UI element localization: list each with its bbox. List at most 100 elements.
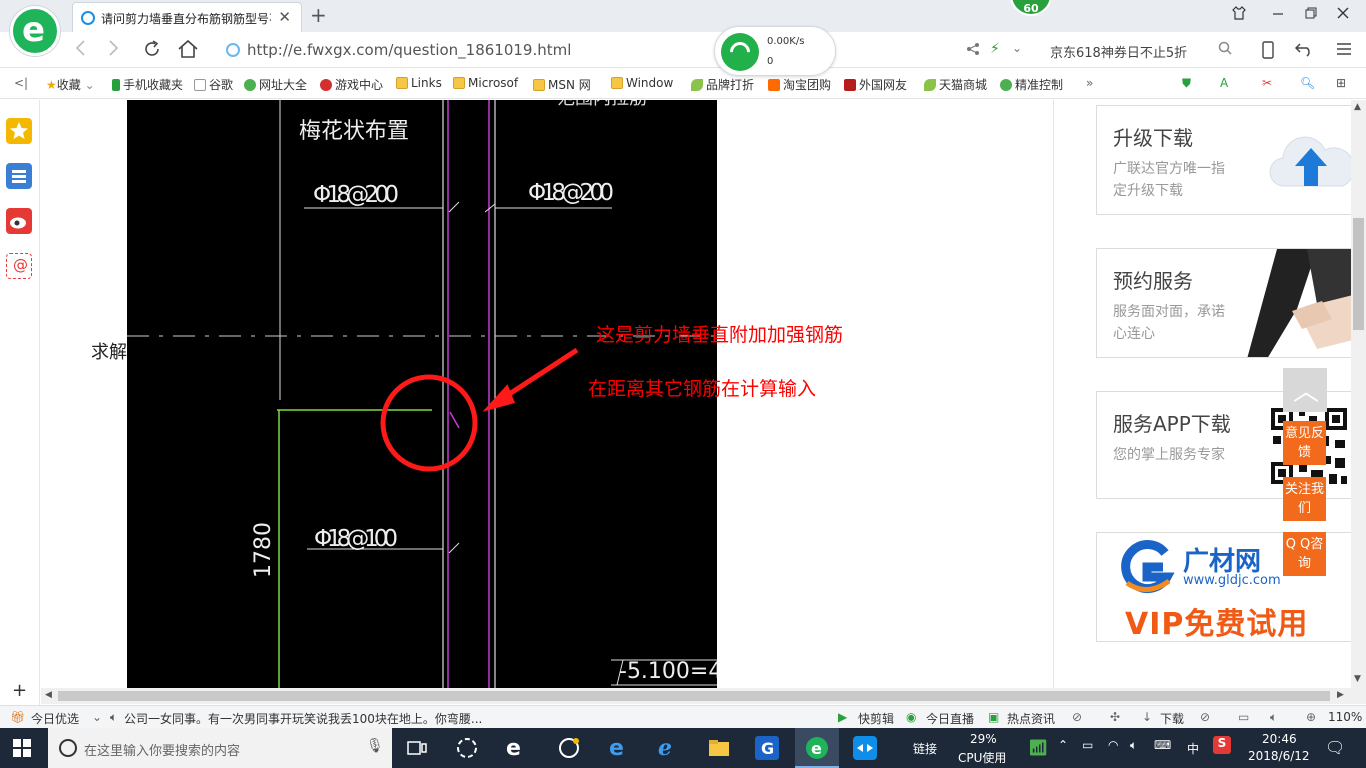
bookmark-mobile[interactable]: 手机收藏夹 xyxy=(112,76,183,93)
bookmark-foreign[interactable]: 外国网友 xyxy=(844,76,907,93)
notification-icon[interactable]: 🗨︎ xyxy=(1325,738,1345,757)
bookmark-links[interactable]: Links xyxy=(396,76,442,90)
follow-us-button[interactable]: 关注我们 xyxy=(1283,477,1326,521)
bookmark-favorites[interactable]: ★收藏 ⌄ xyxy=(46,76,95,93)
hot-news[interactable]: 热点资讯 xyxy=(1007,710,1055,727)
zoom-level[interactable]: 110% xyxy=(1328,710,1362,724)
restore-icon[interactable] xyxy=(1305,6,1317,24)
bookmark-toggle-icon[interactable]: <| xyxy=(14,76,28,90)
search-box[interactable]: 京东618神券日不止5折 xyxy=(1040,38,1240,62)
sound-icon[interactable]: 🔈︎ xyxy=(1270,710,1277,725)
shirt-skin-icon[interactable] xyxy=(1232,6,1246,24)
card-title: 预约服务 xyxy=(1113,269,1193,293)
bookmark-msn[interactable]: MSN 网 xyxy=(533,76,591,93)
undo-icon[interactable] xyxy=(1294,41,1315,60)
grid-icon[interactable]: ⊞ xyxy=(1336,76,1346,90)
back-to-top-button[interactable]: ︿ xyxy=(1283,368,1327,412)
window-icon[interactable]: ▭ xyxy=(1238,710,1249,724)
bookmark-tmall[interactable]: 天猫商城 xyxy=(924,76,987,93)
feedback-button[interactable]: 意见反馈 xyxy=(1283,421,1326,465)
favorites-star-icon[interactable] xyxy=(6,118,32,144)
sogou-icon[interactable] xyxy=(557,736,581,760)
tab-close-icon[interactable]: ✕ xyxy=(278,8,291,26)
forward-icon[interactable] xyxy=(108,39,120,62)
trash-icon[interactable]: ⊘ xyxy=(1200,710,1210,724)
horizontal-scroll-thumb[interactable] xyxy=(58,691,1330,701)
translate-icon[interactable]: A xyxy=(1220,76,1228,90)
share-icon[interactable] xyxy=(966,42,980,59)
taskbar-search[interactable]: 在这里输入你要搜索的内容 🎙︎ xyxy=(48,728,392,768)
qq-consult-button[interactable]: Q Q咨询 xyxy=(1283,532,1326,576)
active-browser-task[interactable]: e xyxy=(795,728,839,768)
task-view-icon[interactable] xyxy=(405,736,429,760)
today-picks[interactable]: 今日优选 xyxy=(31,710,79,727)
close-window-icon[interactable] xyxy=(1337,6,1349,24)
today-live[interactable]: 今日直播 xyxy=(926,710,974,727)
vertical-scrollbar[interactable]: ▲ ▼ xyxy=(1351,100,1366,688)
download-link[interactable]: 下载 xyxy=(1160,710,1184,727)
pinwheel-icon[interactable] xyxy=(455,736,479,760)
scroll-right-icon[interactable]: ▶ xyxy=(1337,690,1344,700)
bookmark-daquan[interactable]: 网址大全 xyxy=(244,76,307,93)
microphone-icon[interactable]: 🎙︎ xyxy=(366,738,384,754)
keyboard-icon[interactable]: ⌨ xyxy=(1154,738,1171,752)
chevron-down-icon[interactable]: ⌄ xyxy=(1012,41,1022,55)
card-appointment[interactable]: 预约服务 服务面对面，承诺心连心 xyxy=(1096,248,1351,358)
magnifier-icon[interactable]: 🔍︎ xyxy=(1300,76,1315,90)
link-label[interactable]: 链接 xyxy=(913,740,937,757)
back-icon[interactable] xyxy=(74,39,86,62)
add-icon[interactable]: + xyxy=(12,680,27,701)
browser-logo[interactable]: e xyxy=(10,6,60,56)
new-tab-button[interactable]: + xyxy=(310,3,327,27)
wifi-tray-icon[interactable]: 📶︎ xyxy=(1028,738,1048,757)
browser-tab[interactable]: 请问剪力墙垂直分布筋钢筋型号不 ✕ xyxy=(72,2,302,32)
wechat-icon xyxy=(1000,79,1012,91)
windows-start-icon[interactable] xyxy=(12,736,36,760)
news-ticker[interactable]: 公司一女同事。有一次男同事开玩笑说我丢100块在地上。你弯腰... xyxy=(124,710,482,727)
shield-icon[interactable]: ⛊ xyxy=(1182,76,1191,91)
sogou-ime-icon[interactable]: S xyxy=(1213,736,1231,754)
bookmark-precise[interactable]: 精准控制 xyxy=(1000,76,1063,93)
menu-icon[interactable] xyxy=(1336,41,1352,60)
card-upgrade-download[interactable]: 升级下载 广联达官方唯一指定升级下载 xyxy=(1096,105,1351,215)
scroll-left-icon[interactable]: ◀ xyxy=(45,690,52,700)
lightning-icon[interactable]: ⚡ xyxy=(990,41,1000,57)
network-icon[interactable]: ◠ xyxy=(1108,738,1118,752)
ime-indicator[interactable]: 中 xyxy=(1187,740,1199,757)
teamviewer-icon[interactable] xyxy=(853,736,877,760)
glodon-icon[interactable]: G xyxy=(755,736,779,760)
scroll-down-icon[interactable]: ▼ xyxy=(1354,674,1361,684)
search-icon[interactable] xyxy=(1218,41,1232,59)
battery-icon[interactable]: ▭ xyxy=(1082,738,1093,752)
weibo-icon[interactable] xyxy=(6,208,32,234)
bookmark-microsoft[interactable]: Microsof xyxy=(453,76,518,90)
ie-taskbar-icon[interactable]: e xyxy=(506,736,530,761)
mail-icon[interactable]: @ xyxy=(6,253,32,279)
more-bookmarks-icon[interactable]: » xyxy=(1086,76,1093,90)
bookmark-window[interactable]: Window xyxy=(611,76,673,90)
internet-explorer-icon[interactable]: ℯ xyxy=(658,736,682,761)
scroll-up-icon[interactable]: ▲ xyxy=(1354,102,1361,112)
play-icon: ▶ xyxy=(838,710,848,724)
volume-icon[interactable]: 🔈︎ xyxy=(1130,738,1137,753)
minimize-icon[interactable] xyxy=(1272,6,1284,24)
pin-icon[interactable]: ✣ xyxy=(1110,710,1120,724)
chevron-up-tray-icon[interactable]: ⌃ xyxy=(1058,738,1068,752)
list-icon[interactable] xyxy=(6,163,32,189)
home-icon[interactable] xyxy=(177,39,199,64)
scissors-icon[interactable]: ✂ xyxy=(1262,76,1272,90)
refresh-icon[interactable] xyxy=(142,39,162,64)
quick-edit[interactable]: 快剪辑 xyxy=(858,710,894,727)
mobile-icon[interactable] xyxy=(1262,41,1274,62)
notification-badge[interactable]: 60 xyxy=(1010,0,1052,16)
edge-icon[interactable]: e xyxy=(609,736,633,761)
bookmark-brand[interactable]: 品牌打折 xyxy=(691,76,754,93)
file-explorer-icon[interactable] xyxy=(707,736,731,760)
vertical-scroll-thumb[interactable] xyxy=(1353,218,1364,330)
url-field[interactable]: http://e.fwxgx.com/question_1861019.html xyxy=(220,38,1020,62)
bookmark-google[interactable]: 谷歌 xyxy=(194,76,233,93)
speed-icon[interactable]: ⊘ xyxy=(1072,710,1082,724)
bookmark-games[interactable]: 游戏中心 xyxy=(320,76,383,93)
bookmark-taobao[interactable]: 淘宝团购 xyxy=(768,76,831,93)
wifi-widget[interactable]: 0.00K/s 0 xyxy=(714,26,836,76)
